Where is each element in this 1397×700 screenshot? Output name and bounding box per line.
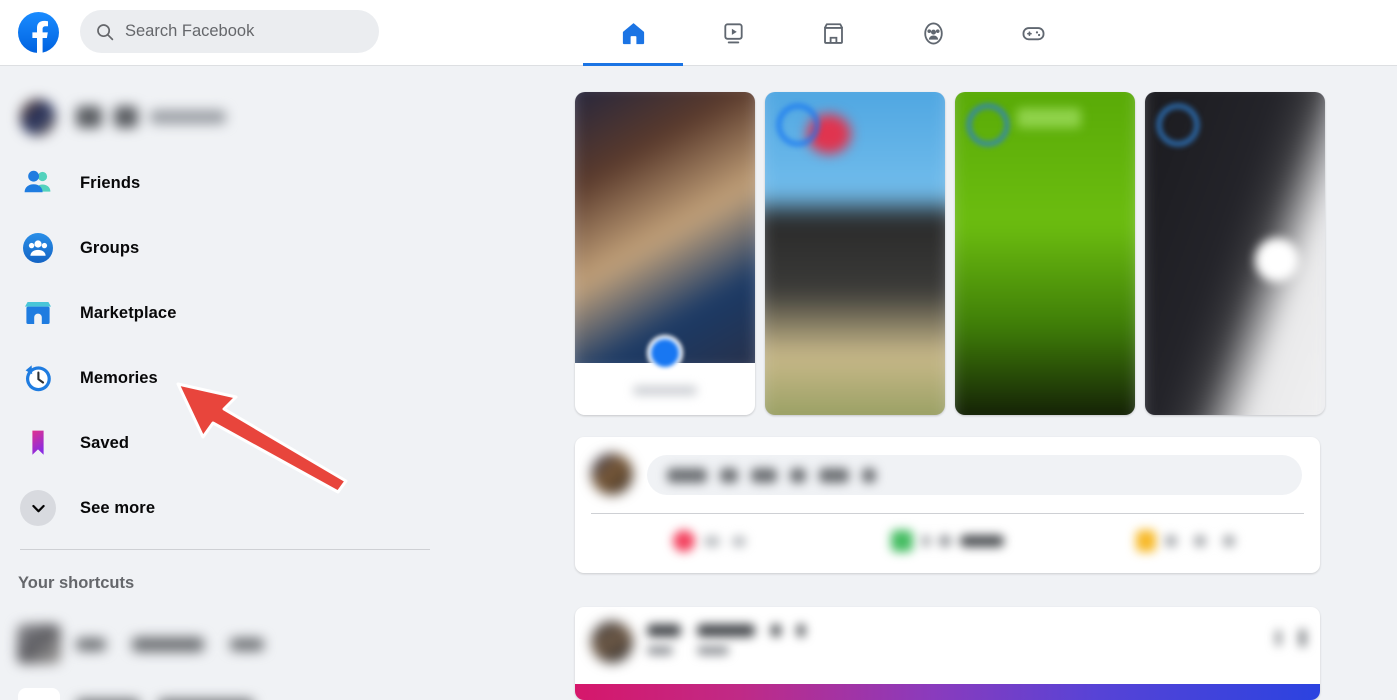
post-attachment-image[interactable] [575, 684, 1320, 700]
profile-name-redacted [76, 106, 226, 128]
search-icon [96, 23, 114, 41]
home-icon [622, 22, 644, 44]
live-video-button[interactable] [591, 521, 829, 561]
more-options-icon[interactable] [1276, 630, 1281, 646]
marketplace-icon [823, 22, 843, 44]
tab-indicator [883, 63, 983, 66]
tab-indicator [683, 63, 783, 66]
shortcuts-heading: Your shortcuts [18, 574, 135, 592]
sidebar-item-label: Groups [80, 238, 140, 257]
composer-input[interactable] [647, 455, 1302, 495]
see-more-label: See more [80, 498, 156, 517]
photo-video-label-redacted [922, 535, 1004, 547]
groups-icon [923, 22, 943, 44]
sidebar-item-saved[interactable]: Saved [6, 419, 430, 467]
photo-video-button[interactable] [829, 521, 1067, 561]
see-more-button[interactable]: See more [6, 484, 430, 532]
see-more-circle [20, 490, 56, 526]
sidebar-item-marketplace[interactable]: Marketplace [6, 289, 430, 337]
story-label-redacted [633, 386, 697, 395]
live-video-icon [673, 530, 696, 552]
shortcut-colorful-icon [16, 688, 62, 700]
profile-avatar [20, 98, 56, 136]
chevron-down-icon [31, 504, 45, 512]
create-post-composer [575, 437, 1320, 573]
facebook-logo[interactable] [18, 12, 59, 53]
facebook-logo-icon [32, 20, 48, 53]
sidebar-item-label: Memories [80, 368, 158, 387]
post-header-actions [1276, 629, 1306, 647]
friends-icon [20, 165, 56, 201]
video-icon [723, 22, 743, 43]
shortcut-thumbnail [16, 624, 62, 664]
story-card-create[interactable] [575, 92, 755, 415]
search-input[interactable] [125, 19, 345, 44]
active-tab-indicator [583, 63, 683, 66]
tab-indicator [983, 63, 1083, 66]
tab-indicator [783, 63, 883, 66]
post-avatar[interactable] [591, 621, 633, 663]
facebook-page: Friends Groups [0, 0, 1397, 700]
feeling-activity-icon [1135, 530, 1156, 552]
sidebar-item-label: Friends [80, 173, 141, 192]
story-avatar-ring [1157, 104, 1199, 146]
composer-placeholder-redacted [667, 467, 876, 483]
top-header-bar [0, 0, 1397, 66]
left-sidebar: Friends Groups Marketplace Memories Save… [0, 66, 460, 700]
composer-separator [591, 513, 1304, 514]
live-video-label-redacted [704, 535, 747, 547]
story-card-3[interactable] [955, 92, 1135, 415]
sidebar-item-profile[interactable] [6, 93, 430, 141]
nav-tab-video[interactable] [683, 0, 783, 66]
composer-avatar[interactable] [591, 453, 633, 495]
composer-action-row [591, 521, 1304, 561]
sidebar-item-memories[interactable]: Memories [6, 354, 430, 402]
close-icon[interactable] [1299, 629, 1306, 647]
feeling-activity-button[interactable] [1066, 521, 1304, 561]
shortcut-label-redacted [76, 636, 264, 652]
story-avatar-ring [967, 104, 1009, 146]
sidebar-item-friends[interactable]: Friends [6, 159, 430, 207]
search-bar[interactable] [80, 10, 379, 53]
story-card-2[interactable] [765, 92, 945, 415]
sidebar-item-groups[interactable]: Groups [6, 224, 430, 272]
gaming-icon [1022, 26, 1044, 40]
post-meta-redacted [647, 624, 805, 655]
saved-bookmark-icon [20, 425, 56, 461]
feed-post [575, 607, 1320, 700]
nav-tab-marketplace[interactable] [783, 0, 883, 66]
story-avatar-ring [777, 104, 819, 146]
groups-icon [20, 230, 56, 266]
sidebar-item-label: Saved [80, 433, 130, 452]
shortcut-item-1[interactable] [6, 616, 430, 672]
photo-video-icon [891, 530, 913, 552]
post-header [591, 621, 805, 663]
stories-tray [575, 92, 1325, 415]
nav-tab-gaming[interactable] [983, 0, 1083, 66]
memories-clock-icon [20, 360, 56, 396]
nav-tab-home[interactable] [583, 0, 683, 66]
sidebar-divider [20, 549, 430, 550]
nav-tab-groups[interactable] [883, 0, 983, 66]
shortcut-item-2[interactable] [6, 678, 430, 700]
main-navigation [583, 0, 1083, 66]
create-story-button[interactable] [647, 335, 683, 371]
feeling-activity-label-redacted [1164, 535, 1235, 547]
story-card-4[interactable] [1145, 92, 1325, 415]
marketplace-icon [20, 295, 56, 331]
sidebar-item-label: Marketplace [80, 303, 177, 322]
